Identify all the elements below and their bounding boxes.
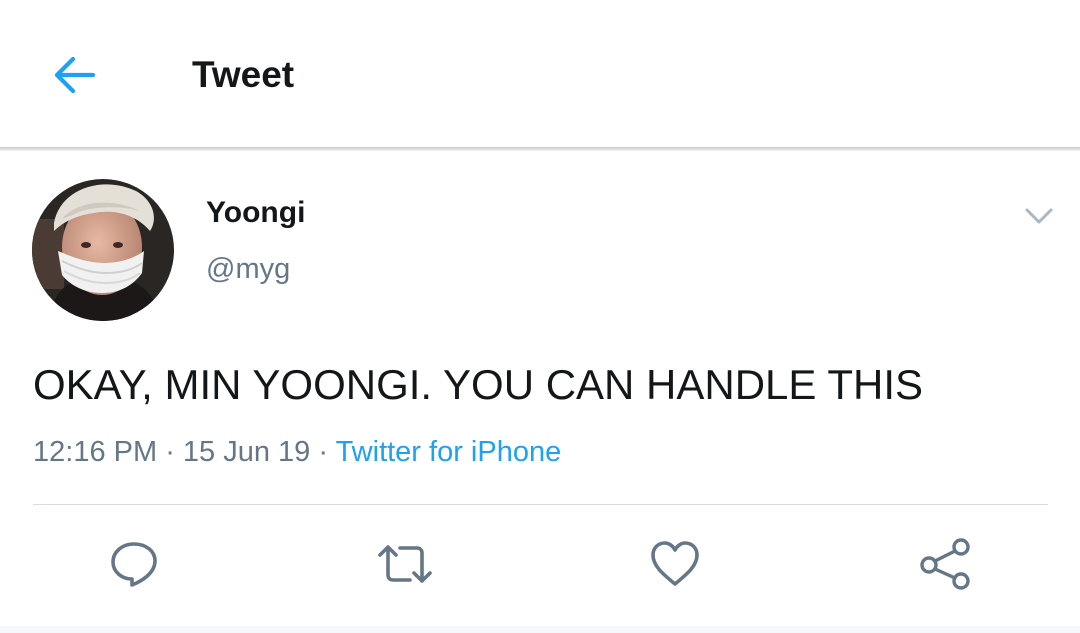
tweet-text: OKAY, MIN YOONGI. YOU CAN HANDLE THIS xyxy=(33,361,923,408)
page-title: Tweet xyxy=(192,54,295,95)
reply-button[interactable] xyxy=(104,536,164,592)
bottom-separator xyxy=(0,626,1080,633)
tweet-detail-screen: Tweet Yoongi @myg OKAY, MIN YOONGI. YOU … xyxy=(0,0,1080,633)
tweet-options-button[interactable] xyxy=(1018,200,1060,232)
share-icon xyxy=(920,538,970,590)
retweet-button[interactable] xyxy=(375,536,435,592)
retweet-icon xyxy=(378,545,432,583)
speech-bubble-icon xyxy=(111,542,157,587)
meta-separator: · xyxy=(157,436,183,468)
back-button[interactable] xyxy=(44,48,104,102)
tweet-meta: 12:16 PM · 15 Jun 19 · Twitter for iPhon… xyxy=(33,432,561,472)
header-divider xyxy=(0,147,1080,151)
heart-icon xyxy=(651,541,699,586)
top-app-bar: Tweet xyxy=(0,0,1080,148)
chevron-down-icon xyxy=(1025,208,1053,224)
arrow-left-icon xyxy=(54,56,96,94)
avatar[interactable] xyxy=(32,179,174,321)
actions-divider xyxy=(33,504,1048,505)
tweet-date: 15 Jun 19 xyxy=(182,436,311,468)
tweet-time: 12:16 PM xyxy=(33,436,158,468)
tweet-source-link[interactable]: Twitter for iPhone xyxy=(336,436,562,468)
author-handle[interactable]: @myg xyxy=(206,250,290,288)
share-button[interactable] xyxy=(915,536,975,592)
like-button[interactable] xyxy=(645,536,705,592)
author-display-name[interactable]: Yoongi xyxy=(206,194,305,232)
meta-separator: · xyxy=(310,436,336,468)
profile-photo xyxy=(32,179,174,321)
